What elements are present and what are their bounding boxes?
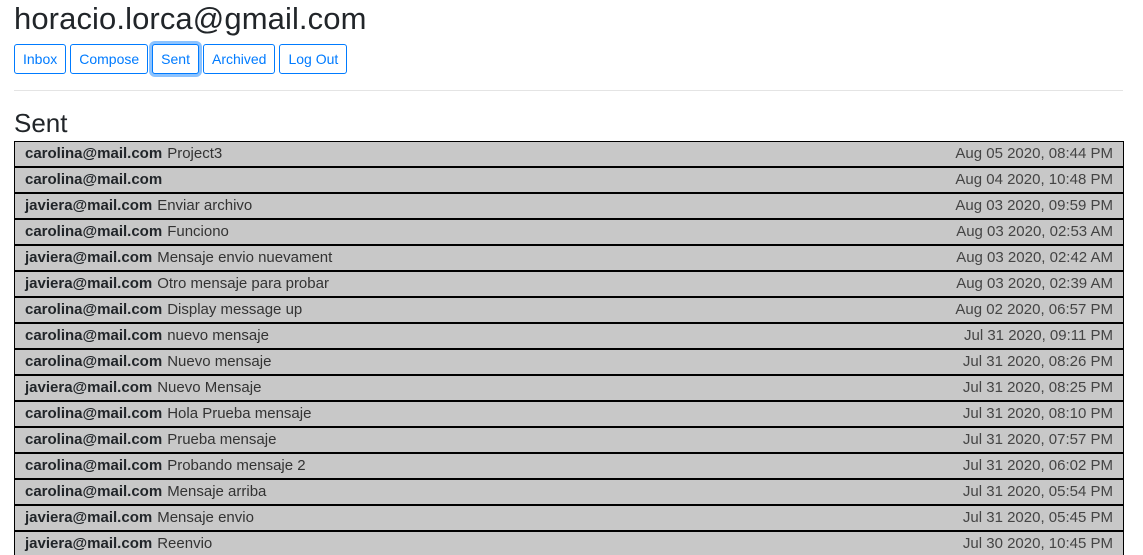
archived-button[interactable]: Archived bbox=[202, 44, 276, 74]
email-subject: Mensaje envio bbox=[157, 509, 254, 526]
email-timestamp: Jul 31 2020, 06:02 PM bbox=[962, 457, 1113, 474]
mail-app: horacio.lorca@gmail.com Inbox Compose Se… bbox=[0, 0, 1143, 555]
email-row-info: carolina@mail.com Project3 bbox=[25, 142, 222, 166]
email-timestamp: Jul 31 2020, 05:54 PM bbox=[962, 483, 1113, 500]
email-timestamp: Aug 05 2020, 08:44 PM bbox=[955, 145, 1113, 162]
email-row[interactable]: javiera@mail.com Mensaje envio nuevament A… bbox=[14, 245, 1124, 271]
email-subject: Enviar archivo bbox=[157, 197, 253, 214]
divider bbox=[14, 90, 1123, 91]
email-row[interactable]: javiera@mail.com Mensaje envio Jul 31 2020… bbox=[14, 505, 1124, 531]
email-sender: carolina@mail.com bbox=[25, 301, 163, 318]
email-row[interactable]: carolina@mail.com Prueba mensaje Jul 31 20… bbox=[14, 427, 1124, 453]
email-row-info: javiera@mail.com Reenvio bbox=[25, 532, 212, 555]
email-timestamp: Jul 30 2020, 10:45 PM bbox=[962, 535, 1113, 552]
email-sender: carolina@mail.com bbox=[25, 327, 163, 344]
email-sender: javiera@mail.com bbox=[25, 197, 153, 214]
email-timestamp: Jul 31 2020, 09:11 PM bbox=[964, 327, 1113, 344]
email-row[interactable]: carolina@mail.com nuevo mensaje Jul 31 202… bbox=[14, 323, 1124, 349]
email-timestamp: Jul 31 2020, 08:10 PM bbox=[962, 405, 1113, 422]
email-timestamp: Jul 31 2020, 08:26 PM bbox=[962, 353, 1113, 370]
email-sender: carolina@mail.com bbox=[25, 145, 163, 162]
email-sender: javiera@mail.com bbox=[25, 535, 153, 552]
user-email-heading: horacio.lorca@gmail.com bbox=[14, 1, 367, 36]
email-sender: carolina@mail.com bbox=[25, 483, 163, 500]
email-row-info: carolina@mail.com Funciono bbox=[25, 220, 229, 244]
email-sender: carolina@mail.com bbox=[25, 431, 163, 448]
email-row[interactable]: carolina@mail.com Funciono Aug 03 2020, 02… bbox=[14, 219, 1124, 245]
sent-button[interactable]: Sent bbox=[152, 44, 199, 74]
email-row[interactable]: javiera@mail.com Nuevo Mensaje Jul 31 2020… bbox=[14, 375, 1124, 401]
email-timestamp: Aug 03 2020, 02:42 AM bbox=[956, 249, 1113, 266]
email-subject: Mensaje arriba bbox=[167, 483, 267, 500]
email-sender: carolina@mail.com bbox=[25, 457, 163, 474]
email-sender: javiera@mail.com bbox=[25, 379, 153, 396]
email-sender: javiera@mail.com bbox=[25, 249, 153, 266]
email-row-info: javiera@mail.com Nuevo Mensaje bbox=[25, 376, 261, 400]
email-sender: carolina@mail.com bbox=[25, 405, 163, 422]
email-row-info: carolina@mail.com Mensaje arriba bbox=[25, 480, 266, 504]
email-row-info: carolina@mail.com Prueba mensaje bbox=[25, 428, 276, 452]
email-row-info: carolina@mail.com nuevo mensaje bbox=[25, 324, 269, 348]
email-subject: Display message up bbox=[167, 301, 303, 318]
email-timestamp: Aug 03 2020, 09:59 PM bbox=[955, 197, 1113, 214]
email-row-info: javiera@mail.com Mensaje envio nuevament bbox=[25, 246, 332, 270]
email-list: carolina@mail.com Project3 Aug 05 2020, 08… bbox=[14, 141, 1124, 555]
compose-button[interactable]: Compose bbox=[70, 44, 149, 74]
email-row-info: javiera@mail.com Mensaje envio bbox=[25, 506, 254, 530]
email-subject: Probando mensaje 2 bbox=[167, 457, 306, 474]
email-timestamp: Jul 31 2020, 07:57 PM bbox=[962, 431, 1113, 448]
email-timestamp: Aug 04 2020, 10:48 PM bbox=[955, 171, 1113, 188]
email-row[interactable]: carolina@mail.com Display message up Aug 0… bbox=[14, 297, 1124, 323]
email-subject: Reenvio bbox=[157, 535, 213, 552]
email-timestamp: Aug 02 2020, 06:57 PM bbox=[955, 301, 1113, 318]
email-row-info: javiera@mail.com Enviar archivo bbox=[25, 194, 252, 218]
email-subject: nuevo mensaje bbox=[167, 327, 269, 344]
email-row[interactable]: carolina@mail.com Nuevo mensaje Jul 31 202… bbox=[14, 349, 1124, 375]
email-row-info: carolina@mail.com Display message up bbox=[25, 298, 302, 322]
email-timestamp: Aug 03 2020, 02:39 AM bbox=[956, 275, 1113, 292]
email-row[interactable]: javiera@mail.com Reenvio Jul 30 2020, 10:4… bbox=[14, 531, 1124, 555]
email-row-info: carolina@mail.com bbox=[25, 168, 167, 192]
email-row[interactable]: carolina@mail.com Project3 Aug 05 2020, 08… bbox=[14, 141, 1124, 167]
email-row[interactable]: javiera@mail.com Enviar archivo Aug 03 202… bbox=[14, 193, 1124, 219]
email-subject: Nuevo mensaje bbox=[167, 353, 272, 370]
email-sender: carolina@mail.com bbox=[25, 353, 163, 370]
email-row-info: carolina@mail.com Hola Prueba mensaje bbox=[25, 402, 311, 426]
logout-button[interactable]: Log Out bbox=[279, 44, 348, 74]
email-timestamp: Aug 03 2020, 02:53 AM bbox=[956, 223, 1113, 240]
email-timestamp: Jul 31 2020, 08:25 PM bbox=[962, 379, 1113, 396]
email-subject: Hola Prueba mensaje bbox=[167, 405, 312, 422]
email-sender: carolina@mail.com bbox=[25, 171, 163, 188]
email-subject: Funciono bbox=[167, 223, 229, 240]
email-sender: javiera@mail.com bbox=[25, 275, 153, 292]
inbox-button[interactable]: Inbox bbox=[14, 44, 67, 74]
email-row[interactable]: carolina@mail.com Aug 04 2020, 10:48 PM bbox=[14, 167, 1124, 193]
email-subject: Project3 bbox=[167, 145, 223, 162]
email-row[interactable]: javiera@mail.com Otro mensaje para probar… bbox=[14, 271, 1124, 297]
email-row-info: javiera@mail.com Otro mensaje para probar bbox=[25, 272, 329, 296]
nav-buttons: Inbox Compose Sent Archived Log Out bbox=[14, 44, 1123, 74]
email-row[interactable]: carolina@mail.com Probando mensaje 2 Jul 3… bbox=[14, 453, 1124, 479]
email-subject: Mensaje envio nuevament bbox=[157, 249, 333, 266]
email-row[interactable]: carolina@mail.com Hola Prueba mensaje Jul … bbox=[14, 401, 1124, 427]
email-sender: javiera@mail.com bbox=[25, 509, 153, 526]
email-sender: carolina@mail.com bbox=[25, 223, 163, 240]
email-subject: Nuevo Mensaje bbox=[157, 379, 262, 396]
email-timestamp: Jul 31 2020, 05:45 PM bbox=[962, 509, 1113, 526]
email-subject: Otro mensaje para probar bbox=[157, 275, 329, 292]
email-row-info: carolina@mail.com Nuevo mensaje bbox=[25, 350, 271, 374]
email-row-info: carolina@mail.com Probando mensaje 2 bbox=[25, 454, 306, 478]
page-title: Sent bbox=[14, 108, 68, 138]
email-subject: Prueba mensaje bbox=[167, 431, 277, 448]
email-row[interactable]: carolina@mail.com Mensaje arriba Jul 31 20… bbox=[14, 479, 1124, 505]
